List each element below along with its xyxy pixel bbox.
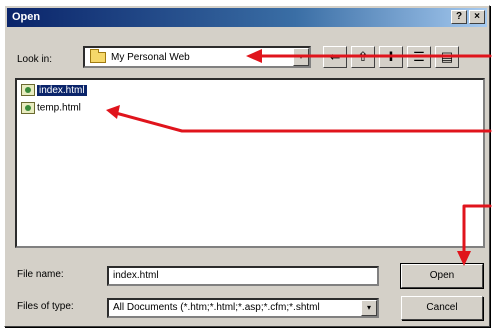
html-file-icon <box>21 102 35 114</box>
file-name: index.html <box>37 84 87 96</box>
folder-icon <box>90 49 106 63</box>
chevron-down-icon[interactable]: ▾ <box>293 48 309 66</box>
file-name-label: File name: <box>17 269 64 280</box>
list-view-icon: ☰ <box>413 49 425 64</box>
file-name-input[interactable]: index.html <box>107 266 379 286</box>
open-button[interactable]: Open <box>400 263 484 289</box>
up-folder-icon: ⇧ <box>357 49 369 64</box>
file-list[interactable]: index.html temp.html <box>15 78 485 248</box>
back-icon: ⇐ <box>329 49 341 64</box>
file-type-label: Files of type: <box>17 301 74 312</box>
file-name: temp.html <box>37 102 81 114</box>
open-dialog: Open ? × Look in: My Personal Web ▾ ⇐ ⇧ … <box>4 5 490 327</box>
look-in-label: Look in: <box>17 54 53 65</box>
file-type-select[interactable]: All Documents (*.htm;*.html;*.asp;*.cfm;… <box>107 298 379 318</box>
toolbar-back-button[interactable]: ⇐ <box>323 46 347 68</box>
toolbar-new-folder-button[interactable]: ✚ <box>379 46 403 68</box>
new-folder-icon: ✚ <box>385 49 397 64</box>
title-bar: Open ? × <box>7 8 487 27</box>
file-item-index[interactable]: index.html <box>21 84 89 98</box>
look-in-value: My Personal Web <box>111 52 190 63</box>
window-title: Open <box>12 11 41 23</box>
html-file-icon <box>21 84 35 96</box>
toolbar-up-folder-button[interactable]: ⇧ <box>351 46 375 68</box>
look-in-dropdown[interactable]: My Personal Web ▾ <box>83 46 311 68</box>
close-icon[interactable]: × <box>469 10 485 24</box>
file-item-temp[interactable]: temp.html <box>21 102 83 116</box>
toolbar-list-view-button[interactable]: ☰ <box>407 46 431 68</box>
details-view-icon: ▤ <box>440 49 454 64</box>
chevron-down-icon[interactable]: ▾ <box>361 300 377 316</box>
cancel-button[interactable]: Cancel <box>401 296 483 320</box>
toolbar-details-view-button[interactable]: ▤ <box>435 46 459 68</box>
file-type-value: All Documents (*.htm;*.html;*.asp;*.cfm;… <box>113 302 320 313</box>
help-icon[interactable]: ? <box>451 10 467 24</box>
